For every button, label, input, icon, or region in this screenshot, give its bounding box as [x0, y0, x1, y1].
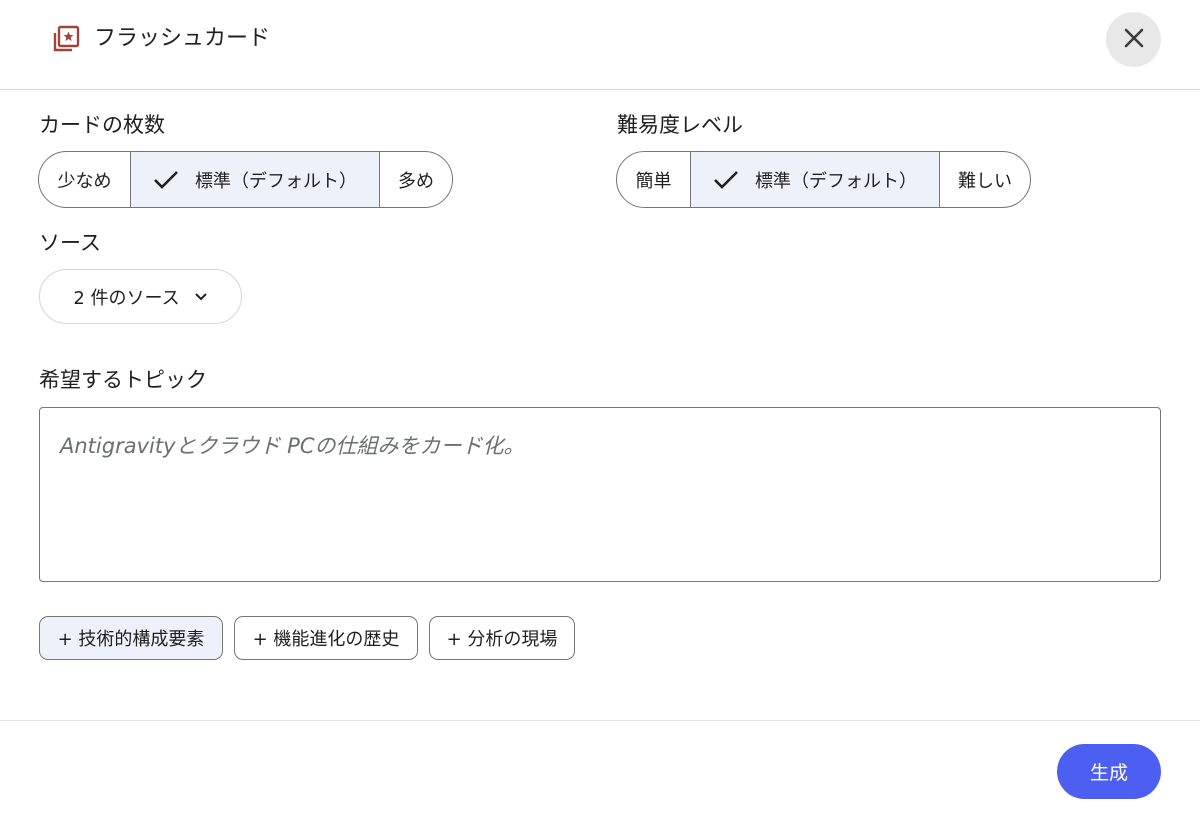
topic-label: 希望するトピック: [39, 368, 207, 392]
source-dropdown[interactable]: 2 件のソース: [39, 269, 242, 324]
option-label: 少なめ: [57, 170, 112, 192]
option-label: 簡単: [635, 170, 672, 192]
chip-label: + 機能進化の歴史: [252, 629, 400, 650]
check-icon: [713, 170, 739, 190]
dialog-title: フラッシュカード: [94, 26, 271, 51]
card-count-selector: 少なめ 標準（デフォルト） 多め: [38, 151, 453, 208]
source-label: ソース: [39, 231, 101, 255]
chevron-down-icon: [194, 286, 208, 307]
close-icon: [1123, 27, 1145, 53]
difficulty-option-standard[interactable]: 標準（デフォルト）: [691, 152, 940, 207]
suggestion-chip-feature-history[interactable]: + 機能進化の歴史: [234, 616, 418, 660]
difficulty-option-hard[interactable]: 難しい: [940, 152, 1030, 207]
chip-label: + 技術的構成要素: [57, 629, 205, 650]
suggestion-chip-analysis-field[interactable]: + 分析の現場: [429, 616, 575, 660]
card-count-label: カードの枚数: [39, 113, 165, 137]
option-label: 標準（デフォルト）: [755, 170, 917, 192]
option-label: 標準（デフォルト）: [195, 170, 357, 192]
footer-divider: [0, 720, 1200, 721]
chip-label: + 分析の現場: [446, 629, 558, 650]
difficulty-label: 難易度レベル: [617, 113, 743, 137]
close-button[interactable]: [1106, 12, 1161, 67]
option-label: 難しい: [958, 170, 1012, 192]
generate-button-label: 生成: [1089, 762, 1128, 784]
flashcard-star-icon: [50, 24, 82, 56]
check-icon: [153, 170, 179, 190]
topic-input[interactable]: [39, 407, 1161, 582]
source-dropdown-value: 2 件のソース: [73, 287, 180, 309]
card-count-option-many[interactable]: 多め: [380, 152, 452, 207]
card-count-option-standard[interactable]: 標準（デフォルト）: [131, 152, 380, 207]
flashcard-dialog: フラッシュカード カードの枚数 少なめ 標準（デフォルト） 多め 難易度レベル …: [0, 0, 1200, 816]
dialog-header: フラッシュカード: [0, 0, 1200, 90]
option-label: 多め: [398, 170, 434, 192]
generate-button[interactable]: 生成: [1057, 744, 1161, 799]
suggestion-chip-tech-components[interactable]: + 技術的構成要素: [39, 616, 223, 660]
card-count-option-few[interactable]: 少なめ: [39, 152, 131, 207]
difficulty-option-easy[interactable]: 簡単: [617, 152, 691, 207]
difficulty-selector: 簡単 標準（デフォルト） 難しい: [616, 151, 1031, 208]
